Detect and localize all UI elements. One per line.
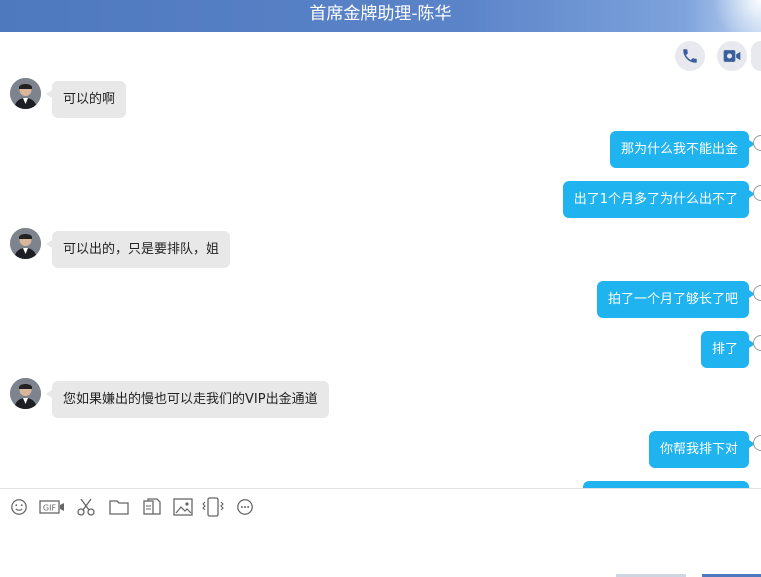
- message-text: 你帮我排下对: [659, 442, 738, 457]
- avatar: [10, 228, 41, 259]
- message-text: 您如果嫌出的慢也可以走我们的VIP出金通道: [63, 392, 318, 407]
- avatar: [10, 78, 41, 109]
- more-tools-button[interactable]: [234, 497, 256, 517]
- send-image-button[interactable]: [172, 497, 194, 517]
- avatar: [10, 378, 41, 409]
- message-bubble[interactable]: 你帮我排下对: [648, 431, 756, 468]
- message-text: 可以的啊: [63, 92, 116, 107]
- message-bubble[interactable]: 那为什么我不能出金: [609, 131, 756, 168]
- image-icon: [173, 498, 193, 516]
- emoji-icon: [11, 499, 27, 515]
- send-file-button[interactable]: [108, 497, 130, 517]
- emoji-button[interactable]: [8, 497, 30, 517]
- message-bubble[interactable]: 出了1个月多了为什么出不了: [562, 181, 756, 218]
- svg-text:GIF: GIF: [43, 504, 57, 513]
- chat-history[interactable]: 可以的啊 那为什么我不能出金 出了1个月多了为什么出不了 可以出的，只是要排队，…: [0, 32, 761, 488]
- screenshot-button[interactable]: [75, 497, 97, 517]
- folder-icon: [109, 500, 129, 515]
- more-icon: [237, 499, 253, 515]
- message-text: 排了: [711, 342, 738, 357]
- sender-avatar-edge: [753, 335, 761, 351]
- message-bubble[interactable]: 可以的啊: [45, 81, 127, 118]
- shake-button[interactable]: [202, 497, 224, 517]
- input-toolbar: GIF: [0, 488, 761, 525]
- gif-icon: GIF: [39, 500, 64, 514]
- message-text: 拍了一个月了够长了吧: [607, 292, 738, 307]
- window-title: 首席金牌助理-陈华: [309, 4, 452, 24]
- message-text: 那为什么我不能出金: [620, 142, 738, 157]
- sender-avatar-edge: [753, 435, 761, 451]
- message-text: 可以出的，只是要排队，姐: [63, 242, 220, 257]
- files-icon: [143, 498, 161, 515]
- scissors-icon: [77, 498, 95, 516]
- shake-icon: [202, 497, 224, 517]
- message-bubble[interactable]: 排了: [700, 331, 756, 368]
- message-bubble[interactable]: 可以出的，只是要排队，姐: [45, 231, 231, 268]
- message-input[interactable]: [0, 524, 761, 577]
- sender-avatar-edge: [753, 285, 761, 301]
- message-bubble-partial[interactable]: [583, 481, 749, 488]
- sender-avatar-edge: [753, 135, 761, 151]
- title-bar: 首席金牌助理-陈华: [0, 0, 761, 32]
- message-text: 出了1个月多了为什么出不了: [573, 192, 738, 207]
- title-glow: [701, 0, 761, 32]
- sender-avatar-edge: [753, 185, 761, 201]
- gif-button[interactable]: GIF: [39, 497, 65, 517]
- message-bubble[interactable]: 您如果嫌出的慢也可以走我们的VIP出金通道: [46, 381, 329, 418]
- send-documents-button[interactable]: [141, 497, 163, 517]
- message-bubble[interactable]: 拍了一个月了够长了吧: [596, 281, 756, 318]
